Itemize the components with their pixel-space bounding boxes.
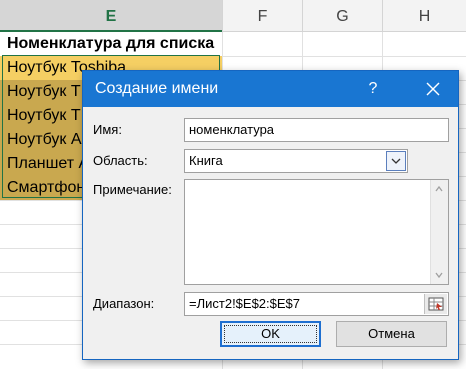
dialog-title: Создание имени	[95, 80, 219, 97]
name-label: Имя:	[93, 122, 122, 137]
ok-button[interactable]: OK	[220, 321, 321, 347]
collapse-range-icon	[428, 297, 444, 311]
dialog-titlebar[interactable]: Создание имени ?	[83, 71, 458, 107]
column-header-g[interactable]: G	[302, 0, 382, 32]
help-button[interactable]: ?	[361, 77, 385, 101]
new-name-dialog: Создание имени ? Имя: номенклатура Облас…	[82, 70, 459, 360]
close-icon	[426, 82, 440, 96]
column-header-label: E	[105, 8, 117, 25]
cell-e1-header[interactable]: Номенклатура для списка	[0, 32, 222, 56]
column-header-h[interactable]: H	[382, 0, 466, 32]
scroll-up-icon[interactable]	[434, 184, 444, 194]
scope-select-value: Книга	[189, 153, 223, 168]
name-input[interactable]: номенклатура	[184, 118, 449, 142]
range-label: Диапазон:	[93, 296, 155, 311]
scroll-down-icon[interactable]	[434, 270, 444, 280]
comment-textarea[interactable]	[184, 179, 449, 285]
scope-select[interactable]: Книга	[184, 149, 408, 173]
chevron-down-icon	[391, 158, 401, 164]
column-header-label: F	[257, 8, 268, 25]
scope-dropdown-button[interactable]	[386, 151, 406, 171]
column-header-f[interactable]: F	[222, 0, 302, 32]
close-button[interactable]	[419, 75, 447, 103]
range-input[interactable]: =Лист2!$E$2:$E$7	[184, 292, 449, 316]
column-header-label: H	[418, 8, 431, 25]
range-collapse-button[interactable]	[424, 294, 447, 314]
cancel-button[interactable]: Отмена	[336, 321, 447, 347]
comment-label: Примечание:	[93, 182, 172, 197]
comment-scrollbar[interactable]	[430, 180, 448, 284]
range-input-value: =Лист2!$E$2:$E$7	[189, 296, 301, 311]
column-header-label: G	[336, 8, 349, 25]
column-header-e[interactable]: E	[0, 0, 222, 32]
scope-label: Область:	[93, 153, 148, 168]
